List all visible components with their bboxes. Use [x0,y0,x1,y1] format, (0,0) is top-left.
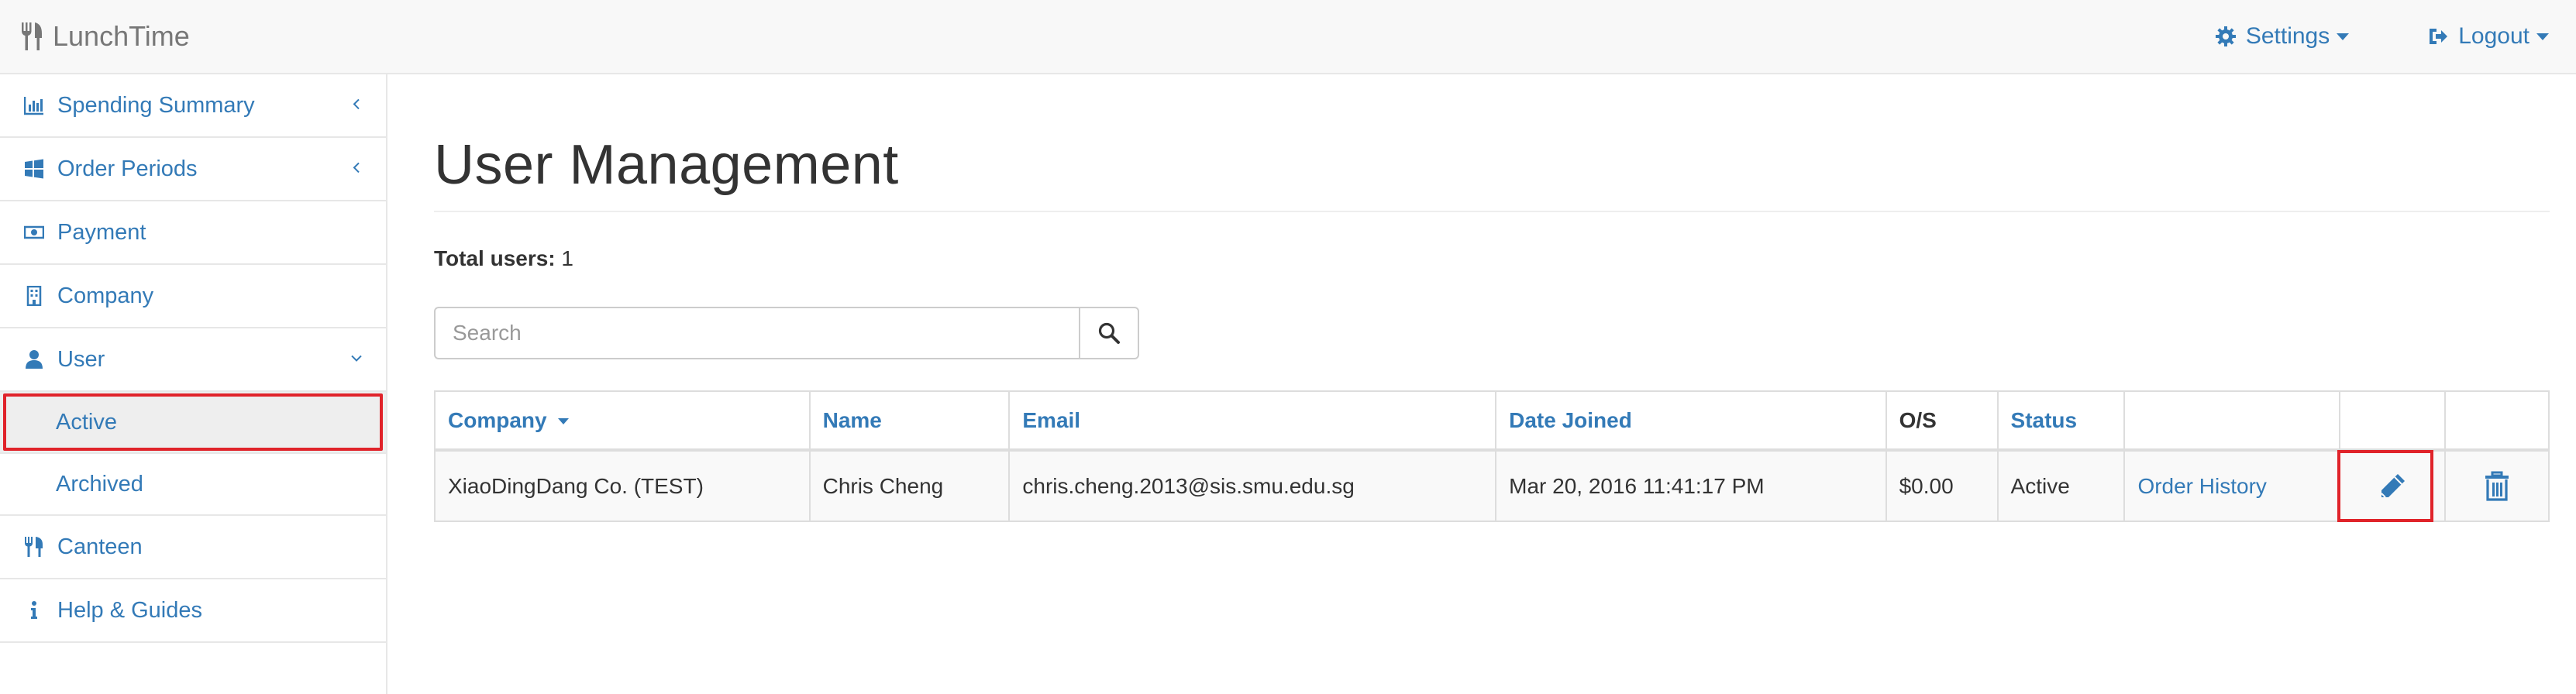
column-header-name[interactable]: Name [808,390,1011,452]
column-header-label: Name [822,407,882,432]
top-navbar: LunchTime Settings Logout [0,0,2576,74]
column-header-status[interactable]: Status [1996,390,2126,452]
gear-icon [2215,26,2236,46]
cell-name: Chris Cheng [808,449,1011,522]
sidebar-item-payment[interactable]: Payment [0,201,386,265]
chevron-down-icon [351,355,362,362]
info-icon [23,600,45,621]
sidebar-item-help-guides[interactable]: Help & Guides [0,579,386,643]
cutlery-icon [22,22,42,50]
bar-chart-icon [23,94,45,116]
column-header-company[interactable]: Company [434,390,811,452]
sidebar-subitem-active[interactable]: Active [0,392,386,454]
total-users-value: 1 [561,246,573,270]
cell-os: $0.00 [1885,449,1999,522]
chevron-left-icon [353,162,360,174]
cell-order-history: Order History [2123,449,2341,522]
windows-icon [23,158,45,180]
column-header-label: Status [2010,407,2078,432]
pencil-icon[interactable] [2376,470,2409,503]
sidebar-subitem-archived[interactable]: Archived [0,454,386,516]
table-row: XiaoDingDang Co. (TEST) Chris Cheng chri… [434,449,2550,522]
cell-delete [2444,449,2550,522]
sidebar-subitem-label: Archived [56,471,143,496]
sidebar-item-label: Order Periods [57,156,198,181]
sign-out-icon [2430,29,2448,44]
navbar-right: Settings Logout [2192,0,2576,73]
cell-date-joined: Mar 20, 2016 11:41:17 PM [1495,449,1887,522]
brand-name: LunchTime [53,20,190,52]
table-header-row: Company Name Email Date Joined O/S Statu… [434,390,2550,452]
main-content: User Management Total users: 1 Company N… [434,74,2550,694]
building-icon [23,285,45,307]
logout-label: Logout [2458,23,2530,49]
settings-label: Settings [2245,23,2330,49]
cell-email: chris.cheng.2013@sis.smu.edu.sg [1008,449,1497,522]
sidebar-item-company[interactable]: Company [0,265,386,328]
sidebar-item-label: Spending Summary [57,92,255,118]
chevron-left-icon [353,98,360,110]
sidebar-item-spending-summary[interactable]: Spending Summary [0,74,386,138]
cell-edit [2338,449,2447,522]
cutlery-icon [23,536,45,558]
column-header-blank [2123,390,2341,452]
search-icon [1098,322,1120,344]
total-users: Total users: 1 [434,246,573,271]
sidebar-item-label: User [57,346,105,372]
page-title: User Management [434,134,899,196]
title-divider [434,211,2550,212]
search-input[interactable] [434,307,1079,359]
column-header-label: O/S [1899,407,1937,432]
sidebar-item-label: Canteen [57,534,143,559]
trash-icon[interactable] [2481,470,2513,503]
sidebar-item-order-periods[interactable]: Order Periods [0,138,386,201]
column-header-email[interactable]: Email [1008,390,1497,452]
caret-down-icon [2337,33,2350,40]
column-header-date-joined[interactable]: Date Joined [1495,390,1887,452]
sidebar-item-user[interactable]: User [0,328,386,392]
column-header-os: O/S [1885,390,1999,452]
money-icon [23,222,45,243]
search-group [434,307,1139,359]
column-header-label: Date Joined [1509,407,1632,432]
sidebar-item-label: Payment [57,219,146,245]
column-header-label: Company [448,407,547,432]
column-header-label: Email [1022,407,1081,432]
caret-down-icon [2536,33,2549,40]
order-history-link[interactable]: Order History [2137,474,2266,498]
users-table: Company Name Email Date Joined O/S Statu… [434,390,2550,522]
sort-caret-icon [558,418,570,425]
total-users-label: Total users: [434,246,556,270]
column-header-blank [2444,390,2550,452]
brand-link[interactable]: LunchTime [20,0,190,73]
logout-dropdown[interactable]: Logout [2404,0,2576,73]
sidebar-item-canteen[interactable]: Canteen [0,516,386,579]
user-icon [23,349,45,370]
settings-dropdown[interactable]: Settings [2192,0,2373,73]
sidebar-subitem-label: Active [56,409,117,435]
cell-status: Active [1996,449,2126,522]
column-header-blank [2339,390,2447,452]
sidebar-item-label: Company [57,283,154,308]
cell-company: XiaoDingDang Co. (TEST) [434,449,811,522]
search-button[interactable] [1079,307,1139,359]
sidebar-item-label: Help & Guides [57,597,202,623]
sidebar: Spending Summary Order Periods Payment C… [0,74,387,694]
